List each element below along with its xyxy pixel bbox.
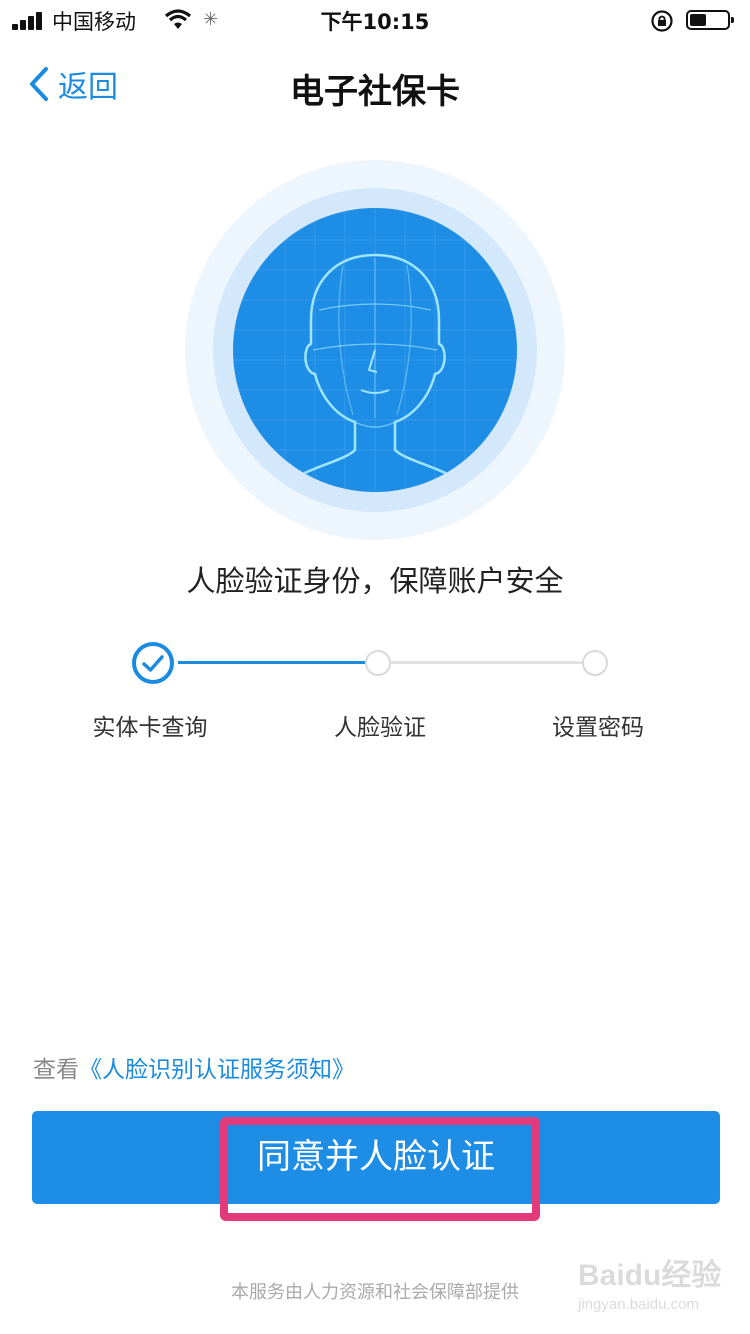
step-3-dot bbox=[582, 650, 608, 676]
terms-link[interactable]: 《人脸识别认证服务须知》 bbox=[79, 1057, 355, 1083]
page-title: 电子社保卡 bbox=[290, 72, 460, 112]
step-2-label: 人脸验证 bbox=[334, 715, 426, 741]
nav-bar: 返回 电子社保卡 bbox=[0, 50, 750, 120]
step-3-label: 设置密码 bbox=[552, 715, 644, 741]
step-2-dot bbox=[365, 650, 391, 676]
notice-prefix: 查看 bbox=[33, 1057, 79, 1083]
terms-notice: 查看《人脸识别认证服务须知》 bbox=[33, 1050, 355, 1084]
face-scan-icon bbox=[185, 160, 565, 540]
watermark-url: jingyan.baidu.com bbox=[578, 1296, 699, 1313]
step-connector-done bbox=[178, 661, 365, 664]
battery-icon bbox=[686, 10, 734, 30]
step-connector-pending bbox=[390, 661, 583, 664]
baidu-jingyan-watermark: Baidu经验 jingyan.baidu.com bbox=[578, 1250, 728, 1320]
watermark-logo: Baidu经验 bbox=[578, 1259, 722, 1292]
step-1-done-check-icon bbox=[131, 641, 175, 685]
agree-button-label: 同意并人脸认证 bbox=[257, 1137, 495, 1177]
status-bar: 中国移动 ✳ 下午10:15 bbox=[0, 0, 750, 40]
headline: 人脸验证身份，保障账户安全 bbox=[186, 564, 564, 598]
rotation-lock-icon bbox=[651, 10, 673, 32]
face-illustration bbox=[185, 160, 565, 540]
step-1-label: 实体卡查询 bbox=[92, 715, 208, 741]
status-time: 下午10:15 bbox=[320, 10, 430, 34]
agree-face-auth-button[interactable]: 同意并人脸认证 bbox=[32, 1111, 720, 1204]
battery-level bbox=[690, 14, 706, 26]
